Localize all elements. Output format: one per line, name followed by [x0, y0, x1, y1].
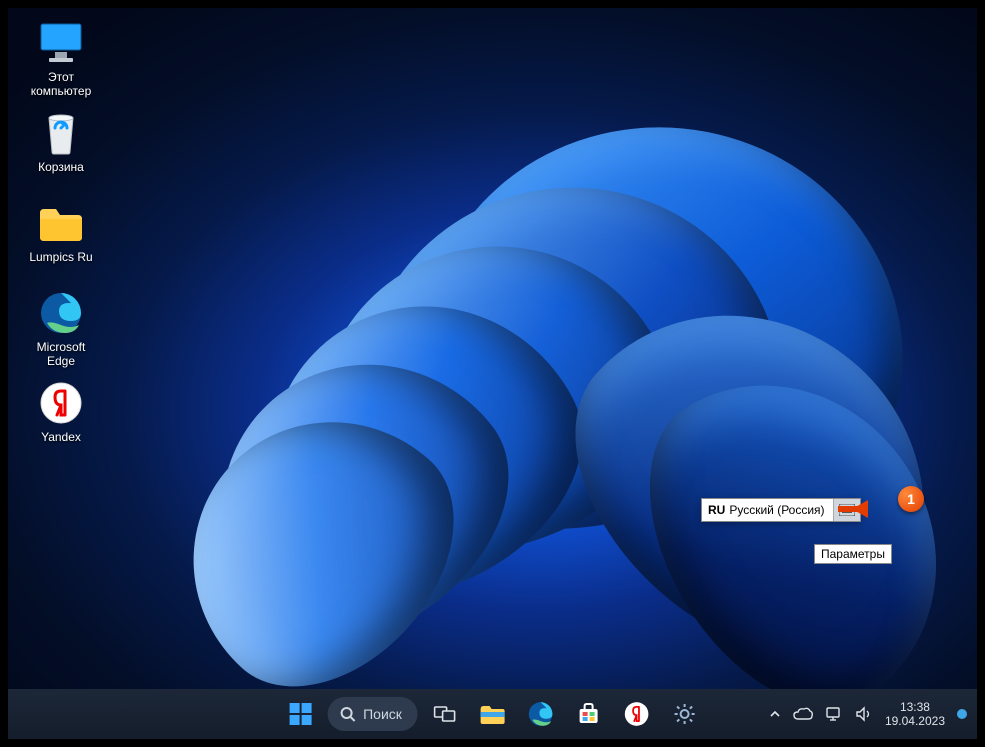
desktop-icon-label: Lumpics Ru [29, 250, 92, 264]
taskbar-pin-explorer[interactable] [472, 693, 514, 735]
desktop-icon-label: Этот [48, 70, 74, 84]
yandex-icon [38, 380, 84, 426]
taskbar-pin-settings[interactable] [664, 693, 706, 735]
desktop-icon-yandex[interactable]: Yandex [22, 380, 100, 444]
desktop-icon-this-pc[interactable]: Этоткомпьютер [22, 20, 100, 98]
desktop-icon-label: Edge [47, 354, 75, 368]
notifications-button[interactable] [957, 709, 967, 719]
language-name: Русский (Россия) [729, 503, 832, 517]
tray-time: 13:38 [885, 700, 945, 714]
edge-icon [38, 290, 84, 336]
recycle-bin-icon [38, 110, 84, 156]
taskbar: Поиск [8, 689, 977, 739]
tray-overflow-button[interactable] [769, 708, 781, 720]
language-code: RU [702, 503, 729, 517]
desktop-icon-label: Корзина [38, 160, 84, 174]
desktop[interactable]: Этоткомпьютер Корзина Lumpics Ru Microso… [8, 8, 977, 739]
system-tray: 13:38 19.04.2023 [769, 689, 967, 739]
desktop-icon-recycle-bin[interactable]: Корзина [22, 110, 100, 174]
desktop-icon-label: компьютер [31, 84, 92, 98]
onedrive-icon[interactable] [793, 707, 813, 721]
annotation-marker: 1 [898, 486, 924, 512]
search-label: Поиск [363, 706, 402, 722]
task-view-button[interactable] [424, 693, 466, 735]
language-flyout[interactable]: RU Русский (Россия) [701, 498, 861, 522]
network-icon[interactable] [825, 706, 843, 722]
taskbar-center: Поиск [279, 689, 706, 739]
folder-icon [38, 200, 84, 246]
taskbar-pin-store[interactable] [568, 693, 610, 735]
desktop-icon-edge[interactable]: MicrosoftEdge [22, 290, 100, 368]
start-button[interactable] [279, 693, 321, 735]
desktop-icon-label: Microsoft [37, 340, 86, 354]
annotation-number: 1 [907, 491, 915, 507]
volume-icon[interactable] [855, 706, 873, 722]
search-icon [339, 706, 355, 722]
taskbar-pin-edge[interactable] [520, 693, 562, 735]
tooltip-text: Параметры [821, 547, 885, 561]
tooltip: Параметры [814, 544, 892, 564]
desktop-icon-folder[interactable]: Lumpics Ru [22, 200, 100, 264]
taskbar-search[interactable]: Поиск [327, 697, 418, 731]
clock-button[interactable]: 13:38 19.04.2023 [885, 700, 945, 728]
desktop-icon-label: Yandex [41, 430, 81, 444]
monitor-icon [38, 20, 84, 66]
taskbar-pin-yandex[interactable] [616, 693, 658, 735]
tray-date: 19.04.2023 [885, 714, 945, 728]
